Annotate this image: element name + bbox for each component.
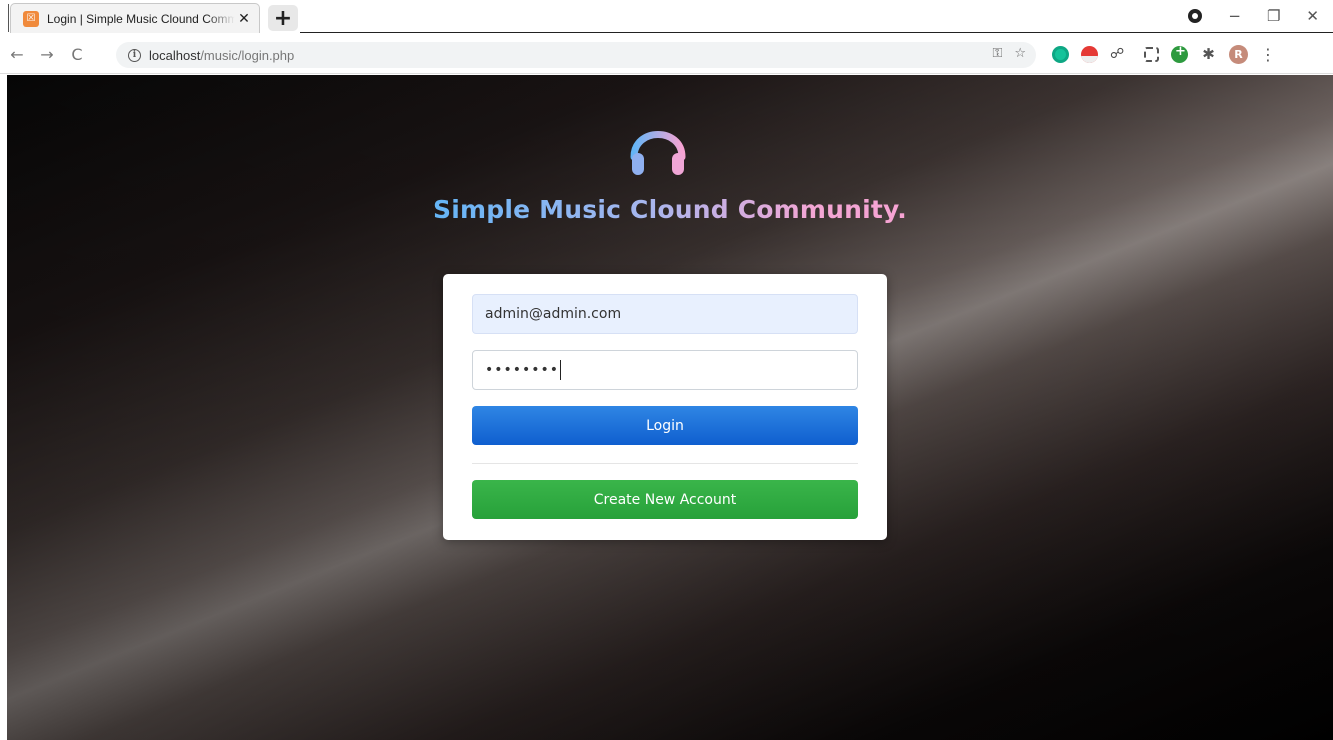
site-info-icon[interactable]: i (128, 48, 141, 62)
tab-title: Login | Simple Music Clound Community (47, 11, 235, 26)
puzzle-icon[interactable]: ✱ (1200, 46, 1217, 63)
password-field[interactable]: •••••••• (472, 350, 858, 390)
close-window-icon[interactable]: ✕ (1306, 7, 1319, 25)
window-controls: − ❐ ✕ (1188, 4, 1319, 28)
create-account-button[interactable]: Create New Account (472, 480, 858, 519)
pokeball-icon[interactable] (1081, 46, 1098, 63)
url-host: localhost (149, 47, 201, 63)
bookmark-star-icon[interactable]: ☆ (1014, 46, 1026, 61)
minimize-icon[interactable]: − (1228, 7, 1241, 25)
tab-close-icon[interactable]: ✕ (235, 11, 253, 27)
capture-icon[interactable]: ☍ (1110, 46, 1132, 63)
text-caret (560, 360, 562, 380)
menu-icon[interactable]: ⋮ (1260, 45, 1276, 64)
login-button[interactable]: Login (472, 406, 858, 445)
tab-strip: ☒ Login | Simple Music Clound Community … (0, 0, 1333, 36)
browser-tab[interactable]: ☒ Login | Simple Music Clound Community … (10, 3, 260, 33)
url-path: /music/login.php (200, 47, 295, 63)
login-card: admin@admin.com •••••••• Login Create Ne… (443, 274, 887, 540)
forward-icon[interactable]: → (34, 45, 60, 64)
profile-avatar[interactable]: R (1229, 45, 1248, 64)
form-divider (472, 463, 858, 464)
new-tab-button[interactable]: + (268, 5, 298, 31)
key-icon[interactable]: ⚿ (992, 46, 1002, 61)
back-icon[interactable]: ← (4, 45, 30, 64)
extensions-area: ☍ ✱ R ⋮ (1052, 44, 1276, 64)
password-mask: •••••••• (485, 362, 560, 378)
toolbar: ← → C i localhost/music/login.php ⚿ ☆ ☍ … (0, 36, 1333, 74)
address-bar[interactable]: i localhost/music/login.php ⚿ ☆ (116, 42, 1036, 68)
url-text[interactable]: localhost/music/login.php (149, 48, 294, 63)
restore-icon[interactable]: ❐ (1267, 7, 1280, 25)
brand-title: Simple Music Clound Community. (433, 195, 907, 224)
screenshot-icon[interactable] (1144, 47, 1159, 62)
window-edge (8, 4, 9, 32)
grammarly-icon[interactable] (1052, 46, 1069, 63)
tabstrip-divider (300, 32, 1333, 33)
add-icon[interactable] (1171, 44, 1188, 63)
reload-icon[interactable]: C (64, 45, 90, 64)
headphones-icon (630, 131, 686, 175)
page-viewport: Simple Music Clound Community. admin@adm… (7, 75, 1333, 740)
site-favicon-icon: ☒ (23, 10, 39, 27)
record-icon[interactable] (1188, 9, 1203, 23)
email-field[interactable]: admin@admin.com (472, 294, 858, 334)
